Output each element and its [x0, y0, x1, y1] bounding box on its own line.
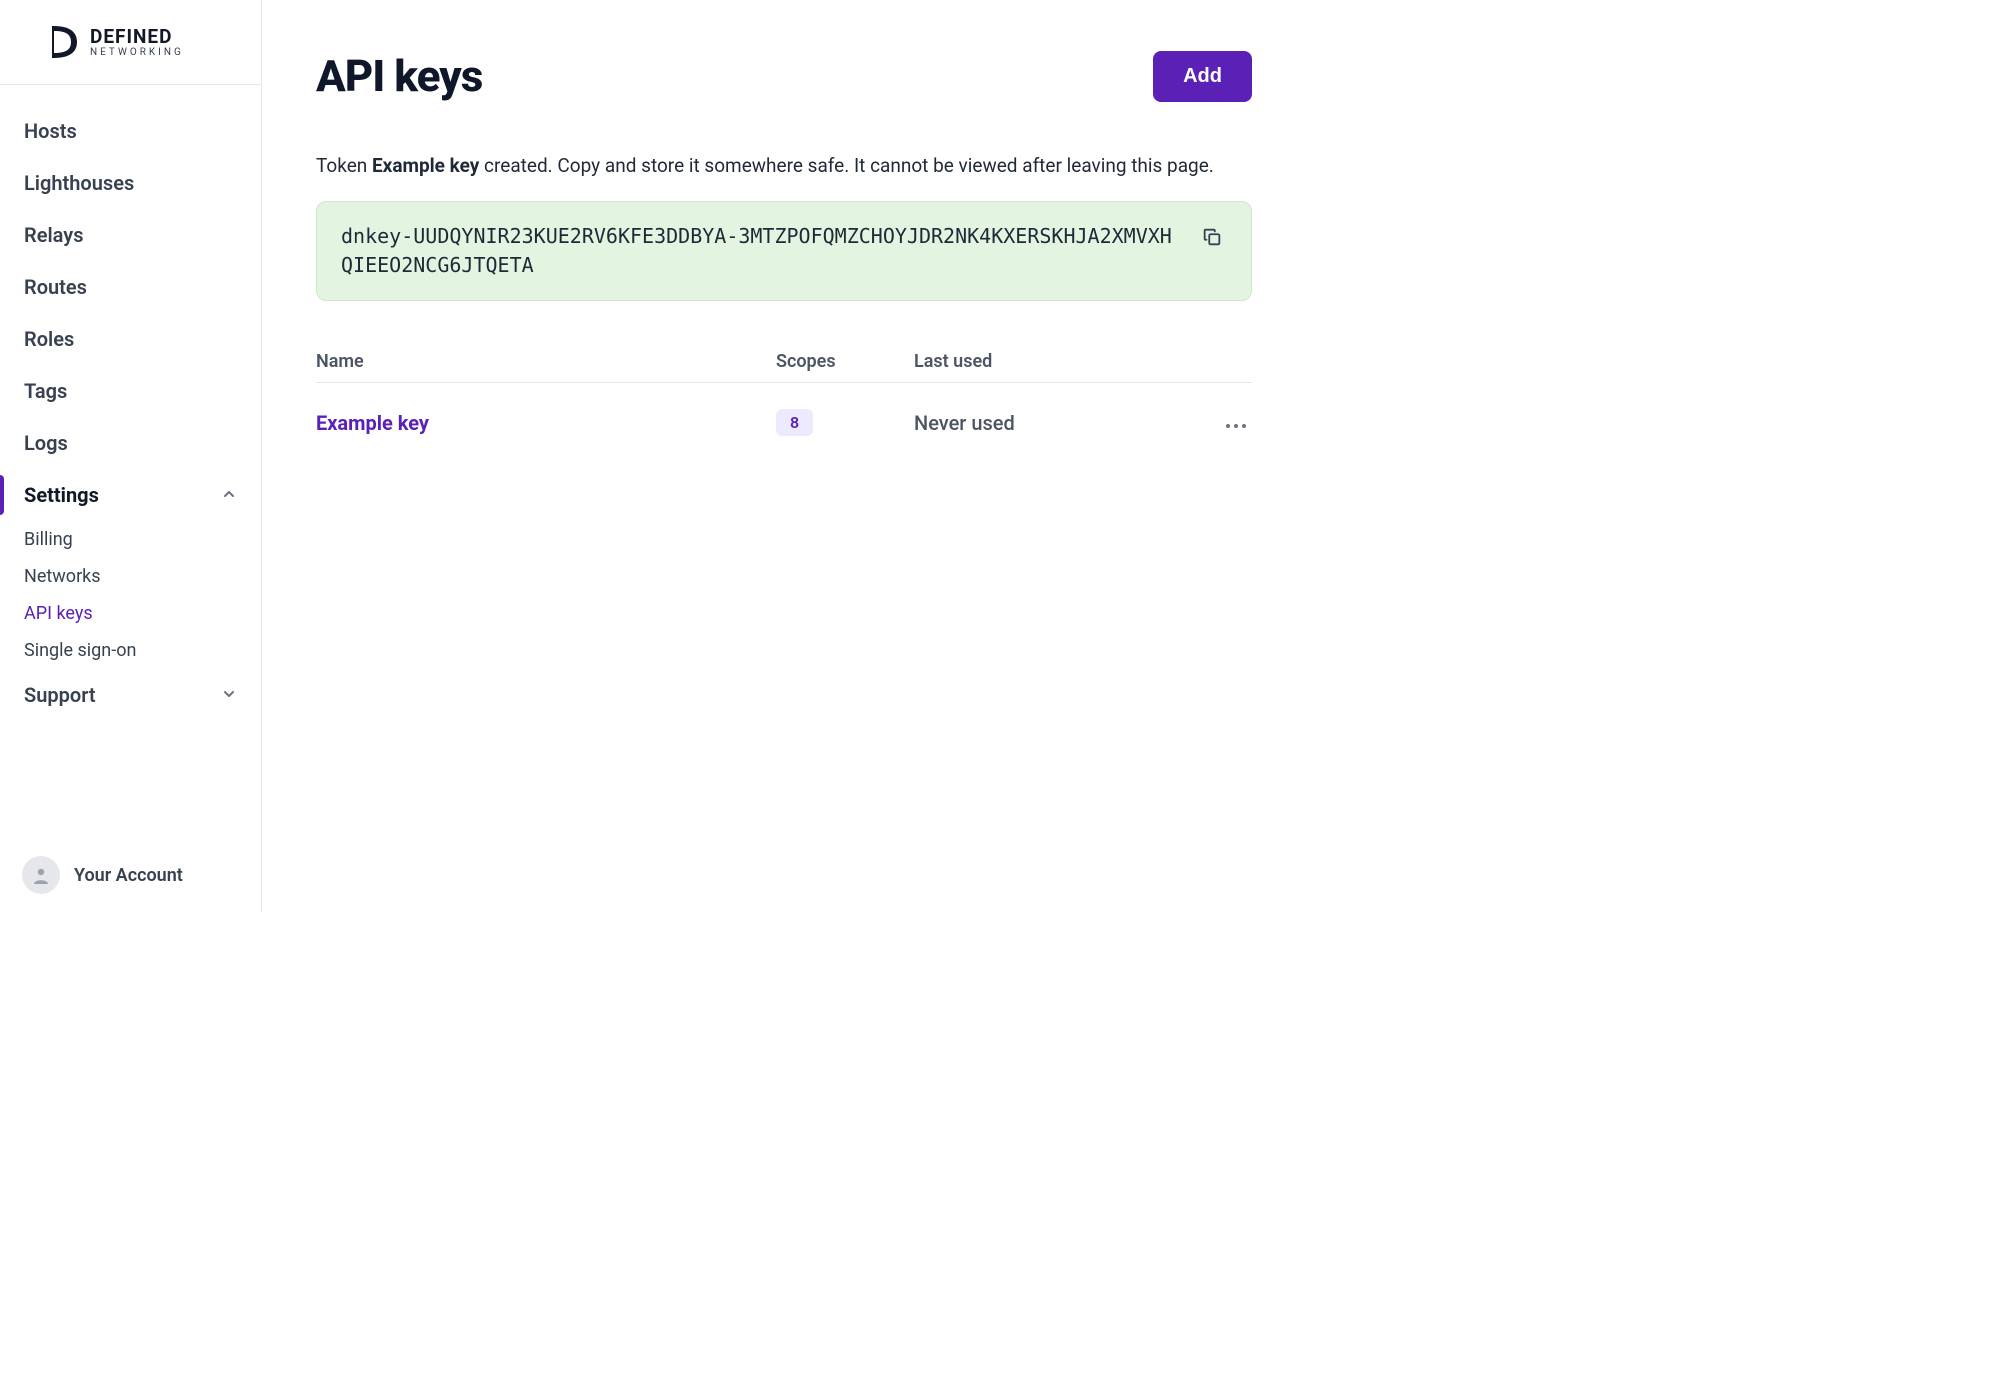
copy-icon: [1201, 236, 1223, 251]
main-nav: Hosts Lighthouses Relays Routes Roles Ta…: [0, 85, 261, 912]
api-key-last-used: Never used: [914, 411, 1202, 435]
page-title: API keys: [316, 50, 482, 102]
sidebar-item-single-sign-on[interactable]: Single sign-on: [0, 632, 261, 669]
settings-subnav: Billing Networks API keys Single sign-on: [0, 521, 261, 669]
sidebar-item-settings[interactable]: Settings: [0, 469, 261, 521]
account-label: Your Account: [74, 865, 183, 886]
table-header: Name Scopes Last used: [316, 341, 1252, 383]
column-scopes-header: Scopes: [776, 351, 914, 372]
page-header: API keys Add: [316, 50, 1252, 102]
sidebar-item-label: API keys: [24, 603, 93, 624]
scope-badge[interactable]: 8: [776, 409, 813, 436]
sidebar-item-lighthouses[interactable]: Lighthouses: [0, 157, 261, 209]
sidebar-item-label: Networks: [24, 566, 101, 587]
sidebar-item-label: Billing: [24, 529, 73, 550]
row-actions-button[interactable]: [1220, 405, 1252, 441]
copy-button[interactable]: [1197, 222, 1227, 255]
api-key-scopes-cell: 8: [776, 409, 914, 436]
sidebar-item-label: Hosts: [24, 119, 77, 143]
sidebar-item-tags[interactable]: Tags: [0, 365, 261, 417]
avatar: [22, 856, 60, 894]
sidebar-item-relays[interactable]: Relays: [0, 209, 261, 261]
sidebar: DEFINED NETWORKING Hosts Lighthouses Rel…: [0, 0, 262, 912]
notice-text-prefix: Token: [316, 154, 372, 177]
sidebar-item-label: Settings: [24, 483, 99, 507]
notice-text-suffix: created. Copy and store it somewhere saf…: [479, 154, 1213, 177]
column-name-header: Name: [316, 351, 776, 372]
table-row: Example key 8 Never used: [316, 383, 1252, 463]
sidebar-item-label: Lighthouses: [24, 171, 134, 195]
notice-key-name: Example key: [372, 154, 479, 177]
sidebar-item-label: Tags: [24, 379, 67, 403]
sidebar-item-support[interactable]: Support: [0, 669, 261, 721]
sidebar-item-label: Routes: [24, 275, 87, 299]
sidebar-item-routes[interactable]: Routes: [0, 261, 261, 313]
api-key-name-link[interactable]: Example key: [316, 411, 776, 435]
chevron-up-icon: [221, 483, 237, 507]
column-last-used-header: Last used: [914, 351, 1202, 372]
sidebar-item-label: Single sign-on: [24, 640, 136, 661]
sidebar-item-logs[interactable]: Logs: [0, 417, 261, 469]
logo-icon: [48, 22, 80, 62]
token-notice: Token Example key created. Copy and stor…: [316, 152, 1252, 181]
more-horizontal-icon: [1224, 409, 1248, 436]
token-display: dnkey-UUDQYNIR23KUE2RV6KFE3DDBYA-3MTZPOF…: [316, 201, 1252, 301]
sidebar-item-label: Relays: [24, 223, 83, 247]
sidebar-item-label: Support: [24, 683, 96, 707]
brand-subtitle: NETWORKING: [90, 48, 184, 58]
main-content: API keys Add Token Example key created. …: [262, 0, 1302, 912]
brand-logo[interactable]: DEFINED NETWORKING: [0, 0, 261, 85]
chevron-down-icon: [221, 683, 237, 707]
sidebar-item-billing[interactable]: Billing: [0, 521, 261, 558]
token-value: dnkey-UUDQYNIR23KUE2RV6KFE3DDBYA-3MTZPOF…: [341, 222, 1177, 280]
sidebar-item-networks[interactable]: Networks: [0, 558, 261, 595]
add-button[interactable]: Add: [1153, 51, 1252, 102]
account-menu[interactable]: Your Account: [0, 838, 261, 912]
brand-name: DEFINED: [90, 27, 184, 46]
sidebar-item-roles[interactable]: Roles: [0, 313, 261, 365]
sidebar-item-hosts[interactable]: Hosts: [0, 105, 261, 157]
sidebar-item-label: Logs: [24, 431, 68, 455]
sidebar-item-label: Roles: [24, 327, 74, 351]
sidebar-item-api-keys[interactable]: API keys: [0, 595, 261, 632]
